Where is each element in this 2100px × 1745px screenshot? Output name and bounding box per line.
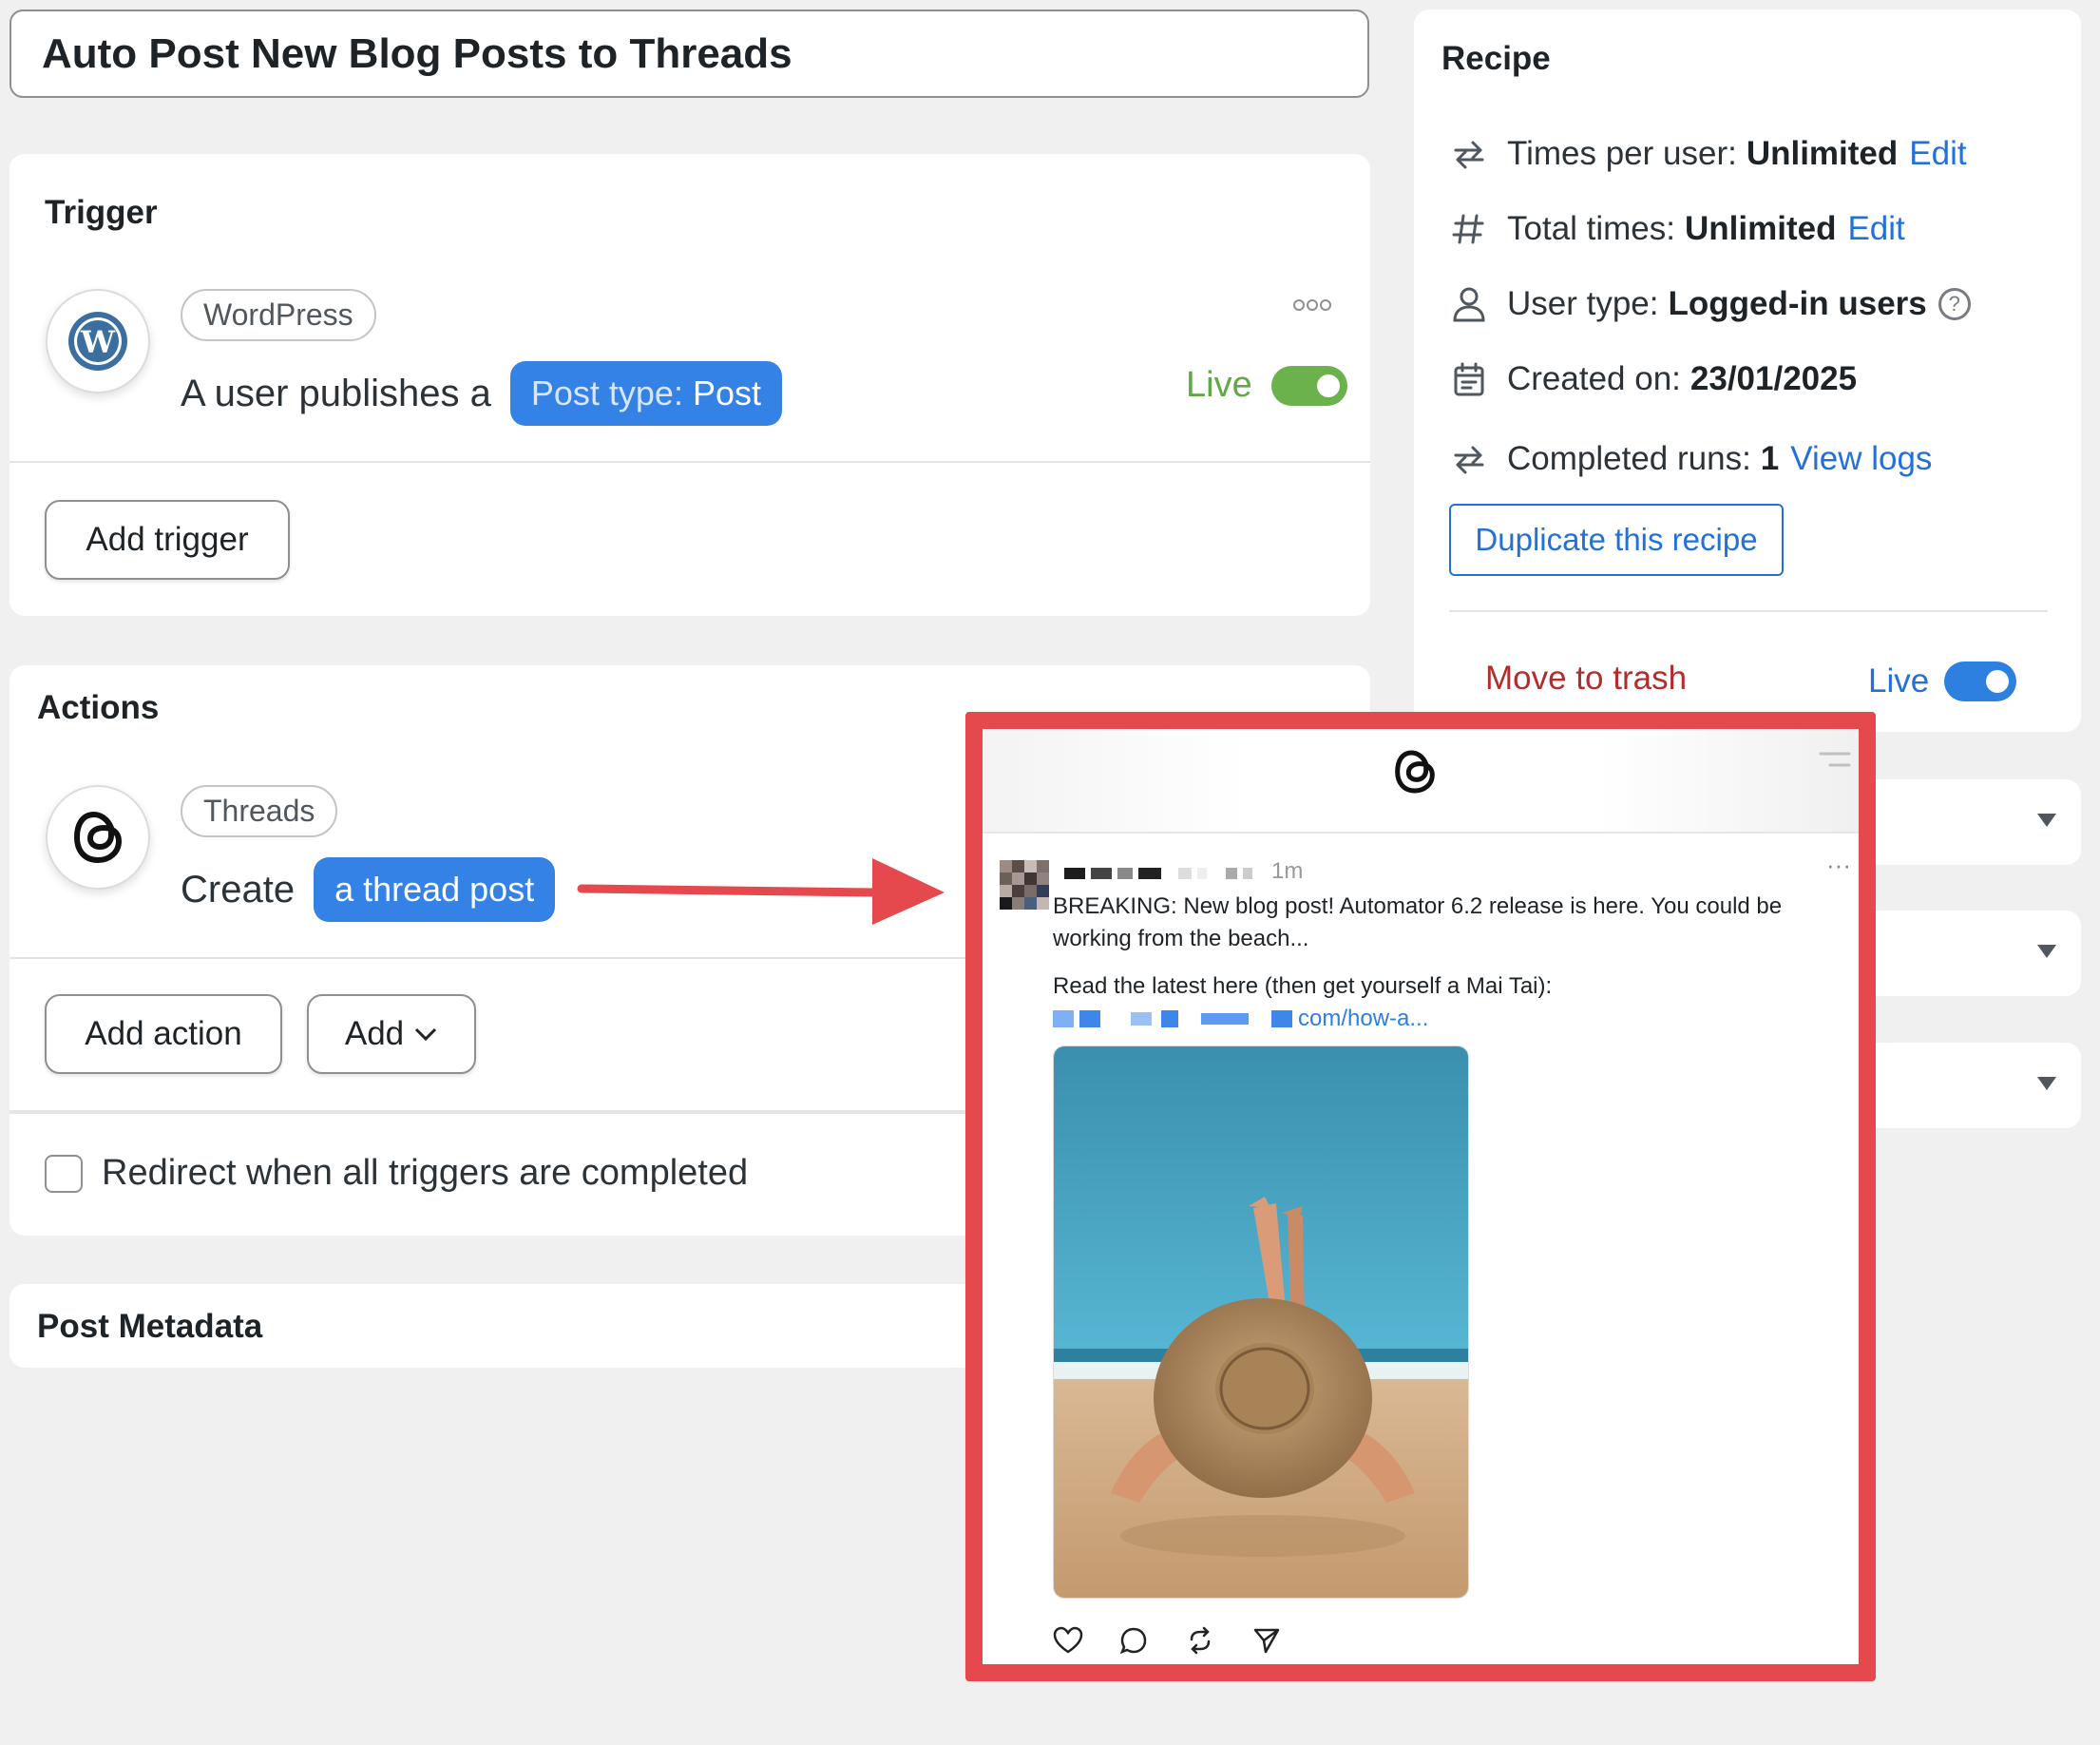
recipe-panel: Recipe Times per user: Unlimited Edit To… — [1414, 10, 2081, 732]
repost-icon[interactable] — [1186, 1626, 1214, 1655]
caret-down-icon — [2037, 814, 2056, 827]
add-dropdown-button[interactable]: Add — [307, 994, 476, 1074]
chevron-down-icon — [415, 1027, 437, 1042]
edit-times-per-user-link[interactable]: Edit — [1909, 135, 1966, 173]
threads-post-preview: 1m ··· BREAKING: New blog post! Automato… — [965, 712, 1876, 1681]
redirect-checkbox[interactable] — [45, 1154, 83, 1193]
calendar-icon — [1448, 358, 1490, 400]
created-on-row: Created on: 23/01/2025 — [1448, 358, 1857, 400]
times-per-user-row: Times per user: Unlimited Edit — [1448, 133, 1967, 175]
action-integration-tag: Threads — [181, 785, 338, 837]
comment-icon[interactable] — [1119, 1626, 1148, 1655]
thread-post-chip[interactable]: a thread post — [314, 857, 556, 922]
add-action-button[interactable]: Add action — [45, 994, 282, 1074]
total-times-label: Total times: — [1507, 210, 1675, 247]
add-trigger-label: Add trigger — [86, 521, 249, 558]
trigger-status: Live — [1186, 365, 1347, 406]
completed-runs-value: 1 — [1760, 440, 1780, 477]
recipe-status-label: Live — [1868, 662, 1930, 700]
redirect-option[interactable]: Redirect when all triggers are completed — [45, 1153, 748, 1194]
recipe-title[interactable]: Auto Post New Blog Posts to Threads — [10, 10, 1369, 98]
post-line: BREAKING: New blog post! Automator 6.2 r… — [1053, 893, 1783, 919]
collapsed-panel[interactable] — [1862, 911, 2081, 996]
times-per-user-label: Times per user: — [1507, 135, 1737, 172]
trigger-status-label: Live — [1186, 365, 1252, 405]
share-icon[interactable] — [1252, 1626, 1281, 1655]
divider — [1449, 610, 2048, 612]
caret-down-icon — [2037, 1077, 2056, 1090]
collapsed-panel[interactable] — [1862, 779, 2081, 865]
post-image[interactable] — [1053, 1045, 1469, 1599]
svg-text:W: W — [80, 324, 116, 360]
divider — [10, 461, 1370, 463]
total-times-value: Unlimited — [1685, 210, 1837, 247]
action-sentence-text: Create — [181, 868, 296, 911]
add-action-label: Add action — [85, 1015, 242, 1052]
completed-runs-row: Completed runs: 1 View logs — [1448, 438, 1932, 480]
repeat-icon — [1448, 133, 1490, 175]
highlight-arrow — [577, 858, 945, 925]
duplicate-recipe-label: Duplicate this recipe — [1475, 522, 1758, 557]
times-per-user-value: Unlimited — [1746, 135, 1899, 172]
threads-logo-icon — [46, 785, 150, 890]
post-line: working from the beach... — [1053, 926, 1309, 951]
thread-post-chip-label: a thread post — [334, 870, 535, 909]
post-type-chip-label: Post type: — [530, 374, 683, 412]
post-link[interactable]: com/how-a... — [1053, 1003, 1832, 1035]
collapsed-panel[interactable] — [1862, 1043, 2081, 1128]
action-integration-label: Threads — [203, 794, 315, 828]
user-type-row: User type: Logged-in users ? — [1448, 283, 1971, 325]
repeat-icon — [1448, 438, 1490, 480]
username[interactable] — [1064, 868, 1252, 879]
trigger-live-toggle[interactable] — [1270, 365, 1347, 406]
recipe-status: Live — [1868, 662, 2017, 701]
menu-icon[interactable] — [1819, 750, 1851, 769]
duplicate-recipe-button[interactable]: Duplicate this recipe — [1449, 504, 1784, 576]
post-metadata-heading: Post Metadata — [37, 1308, 263, 1345]
move-to-trash-link[interactable]: Move to trash — [1485, 660, 1687, 698]
like-icon[interactable] — [1053, 1626, 1083, 1655]
user-icon — [1448, 283, 1490, 325]
trigger-integration-tag: WordPress — [181, 289, 376, 341]
help-icon[interactable]: ? — [1938, 288, 1971, 320]
recipe-title-text: Auto Post New Blog Posts to Threads — [42, 29, 792, 77]
total-times-row: Total times: Unlimited Edit — [1448, 208, 1905, 250]
trigger-integration-label: WordPress — [203, 297, 353, 332]
user-type-label: User type: — [1507, 285, 1659, 322]
post-line: Read the latest here (then get yourself … — [1053, 973, 1553, 999]
created-on-value: 23/01/2025 — [1690, 360, 1858, 397]
trigger-sentence: A user publishes a Post type: Post — [181, 361, 783, 426]
recipe-heading: Recipe — [1441, 40, 1551, 77]
threads-logo-icon — [1395, 750, 1435, 794]
wordpress-logo-icon: W — [46, 289, 150, 393]
redirect-label: Redirect when all triggers are completed — [102, 1153, 749, 1193]
caret-down-icon — [2037, 945, 2056, 958]
view-logs-link[interactable]: View logs — [1790, 440, 1932, 478]
trigger-heading: Trigger — [45, 194, 158, 231]
trigger-sentence-text: A user publishes a — [181, 372, 491, 414]
help-icon-glyph: ? — [1948, 292, 1960, 316]
actions-heading: Actions — [37, 689, 160, 726]
post-type-chip[interactable]: Post type: Post — [509, 361, 783, 426]
action-sentence: Create a thread post — [181, 857, 556, 922]
post-body: BREAKING: New blog post! Automator 6.2 r… — [1053, 891, 1832, 1035]
post-link-text: com/how-a... — [1298, 1006, 1429, 1031]
edit-total-times-link[interactable]: Edit — [1847, 210, 1904, 248]
post-more-icon[interactable]: ··· — [1826, 851, 1851, 880]
completed-runs-label: Completed runs: — [1507, 440, 1751, 477]
add-trigger-button[interactable]: Add trigger — [45, 500, 290, 580]
recipe-live-toggle[interactable] — [1944, 662, 2017, 701]
more-dots-icon[interactable] — [1292, 298, 1332, 316]
created-on-label: Created on: — [1507, 360, 1681, 397]
trigger-panel: Trigger W WordPress A user publishes a P… — [10, 154, 1370, 616]
add-dropdown-label: Add — [344, 1015, 405, 1052]
post-time: 1m — [1271, 858, 1304, 884]
post-type-chip-value: Post — [692, 374, 762, 412]
avatar[interactable] — [1000, 860, 1049, 910]
hash-icon — [1448, 208, 1490, 250]
user-type-value: Logged-in users — [1668, 285, 1927, 322]
